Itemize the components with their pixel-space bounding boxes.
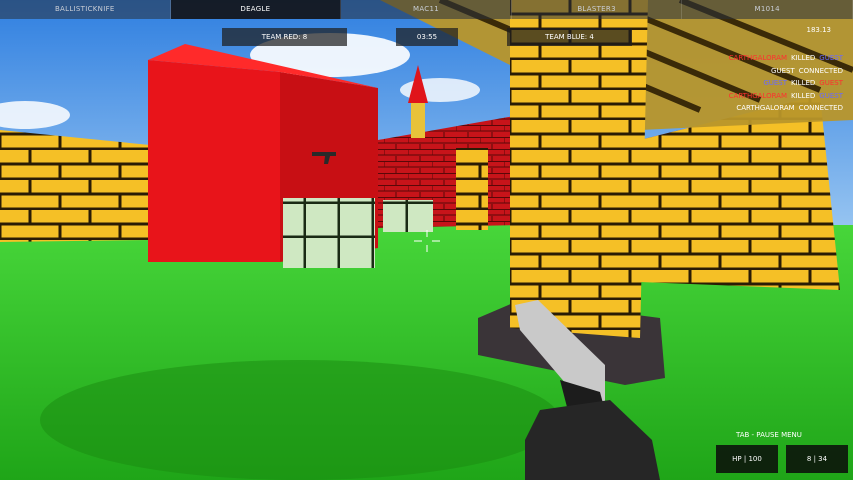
shadow (40, 360, 560, 480)
health-display: HP | 100 (716, 445, 778, 473)
team-blue-score: TEAM BLUE: 4 (507, 28, 632, 46)
fps-counter: 183.13 (806, 26, 832, 34)
white-brick-block (383, 200, 433, 232)
red-block-front (148, 60, 280, 262)
kill-feed-target: GUEST (819, 91, 843, 100)
yellow-brick-block (30, 155, 92, 240)
kill-feed-verb: CONNECTED (798, 104, 843, 112)
kill-feed-verb: CONNECTED (798, 66, 843, 75)
weapon-tab-ballisticknife[interactable]: BALLISTICKNIFE (0, 0, 171, 19)
kill-feed-verb: KILLED (791, 79, 816, 87)
white-brick-block (283, 198, 375, 268)
weapon-tab-blaster3[interactable]: BLASTER3 (511, 0, 683, 19)
kill-feed-verb: KILLED (791, 54, 816, 62)
kill-feed-target: GUEST (819, 79, 843, 87)
kill-feed-row: CARTHGALORAM CONNECTED (725, 102, 843, 115)
kill-feed-actor: CARTHGALORAM (728, 91, 788, 100)
kill-feed-target: GUEST (819, 54, 843, 62)
match-timer: 03:55 (396, 28, 458, 46)
weapon-selection-bar: BALLISTICKNIFE DEAGLE MAC11 BLASTER3 M10… (0, 0, 853, 19)
team-red-score: TEAM RED: 8 (222, 28, 347, 46)
kill-feed-verb: KILLED (791, 91, 816, 100)
kill-feed-row: CARTHGALORAM KILLED GUEST (725, 90, 843, 103)
kill-feed-row: CARTHGALORAM KILLED GUEST (725, 52, 843, 65)
kill-feed-actor: GUEST (763, 79, 788, 87)
kill-feed-actor: CARTHGALORAM (736, 104, 795, 112)
tower (411, 103, 425, 138)
kill-feed-actor: CARTHGALORAM (728, 54, 788, 62)
ammo-display: 8 | 34 (786, 445, 848, 473)
weapon-tab-deagle[interactable]: DEAGLE (170, 0, 342, 19)
foreground-yellow-pillar (510, 0, 648, 338)
kill-feed-row: GUEST KILLED GUEST (725, 77, 843, 90)
crosshair-icon (414, 230, 440, 252)
yellow-pillar (456, 148, 488, 230)
kill-feed-row: GUEST CONNECTED (725, 65, 843, 78)
kill-feed: CARTHGALORAM KILLED GUEST GUEST CONNECTED GUE… (725, 52, 843, 115)
weapon-tab-mac11[interactable]: MAC11 (341, 0, 512, 19)
kill-feed-actor: GUEST (771, 66, 795, 75)
weapon-tab-m1014[interactable]: M1014 (682, 0, 853, 19)
pause-menu-hint: TAB - PAUSE MENU (736, 431, 802, 439)
